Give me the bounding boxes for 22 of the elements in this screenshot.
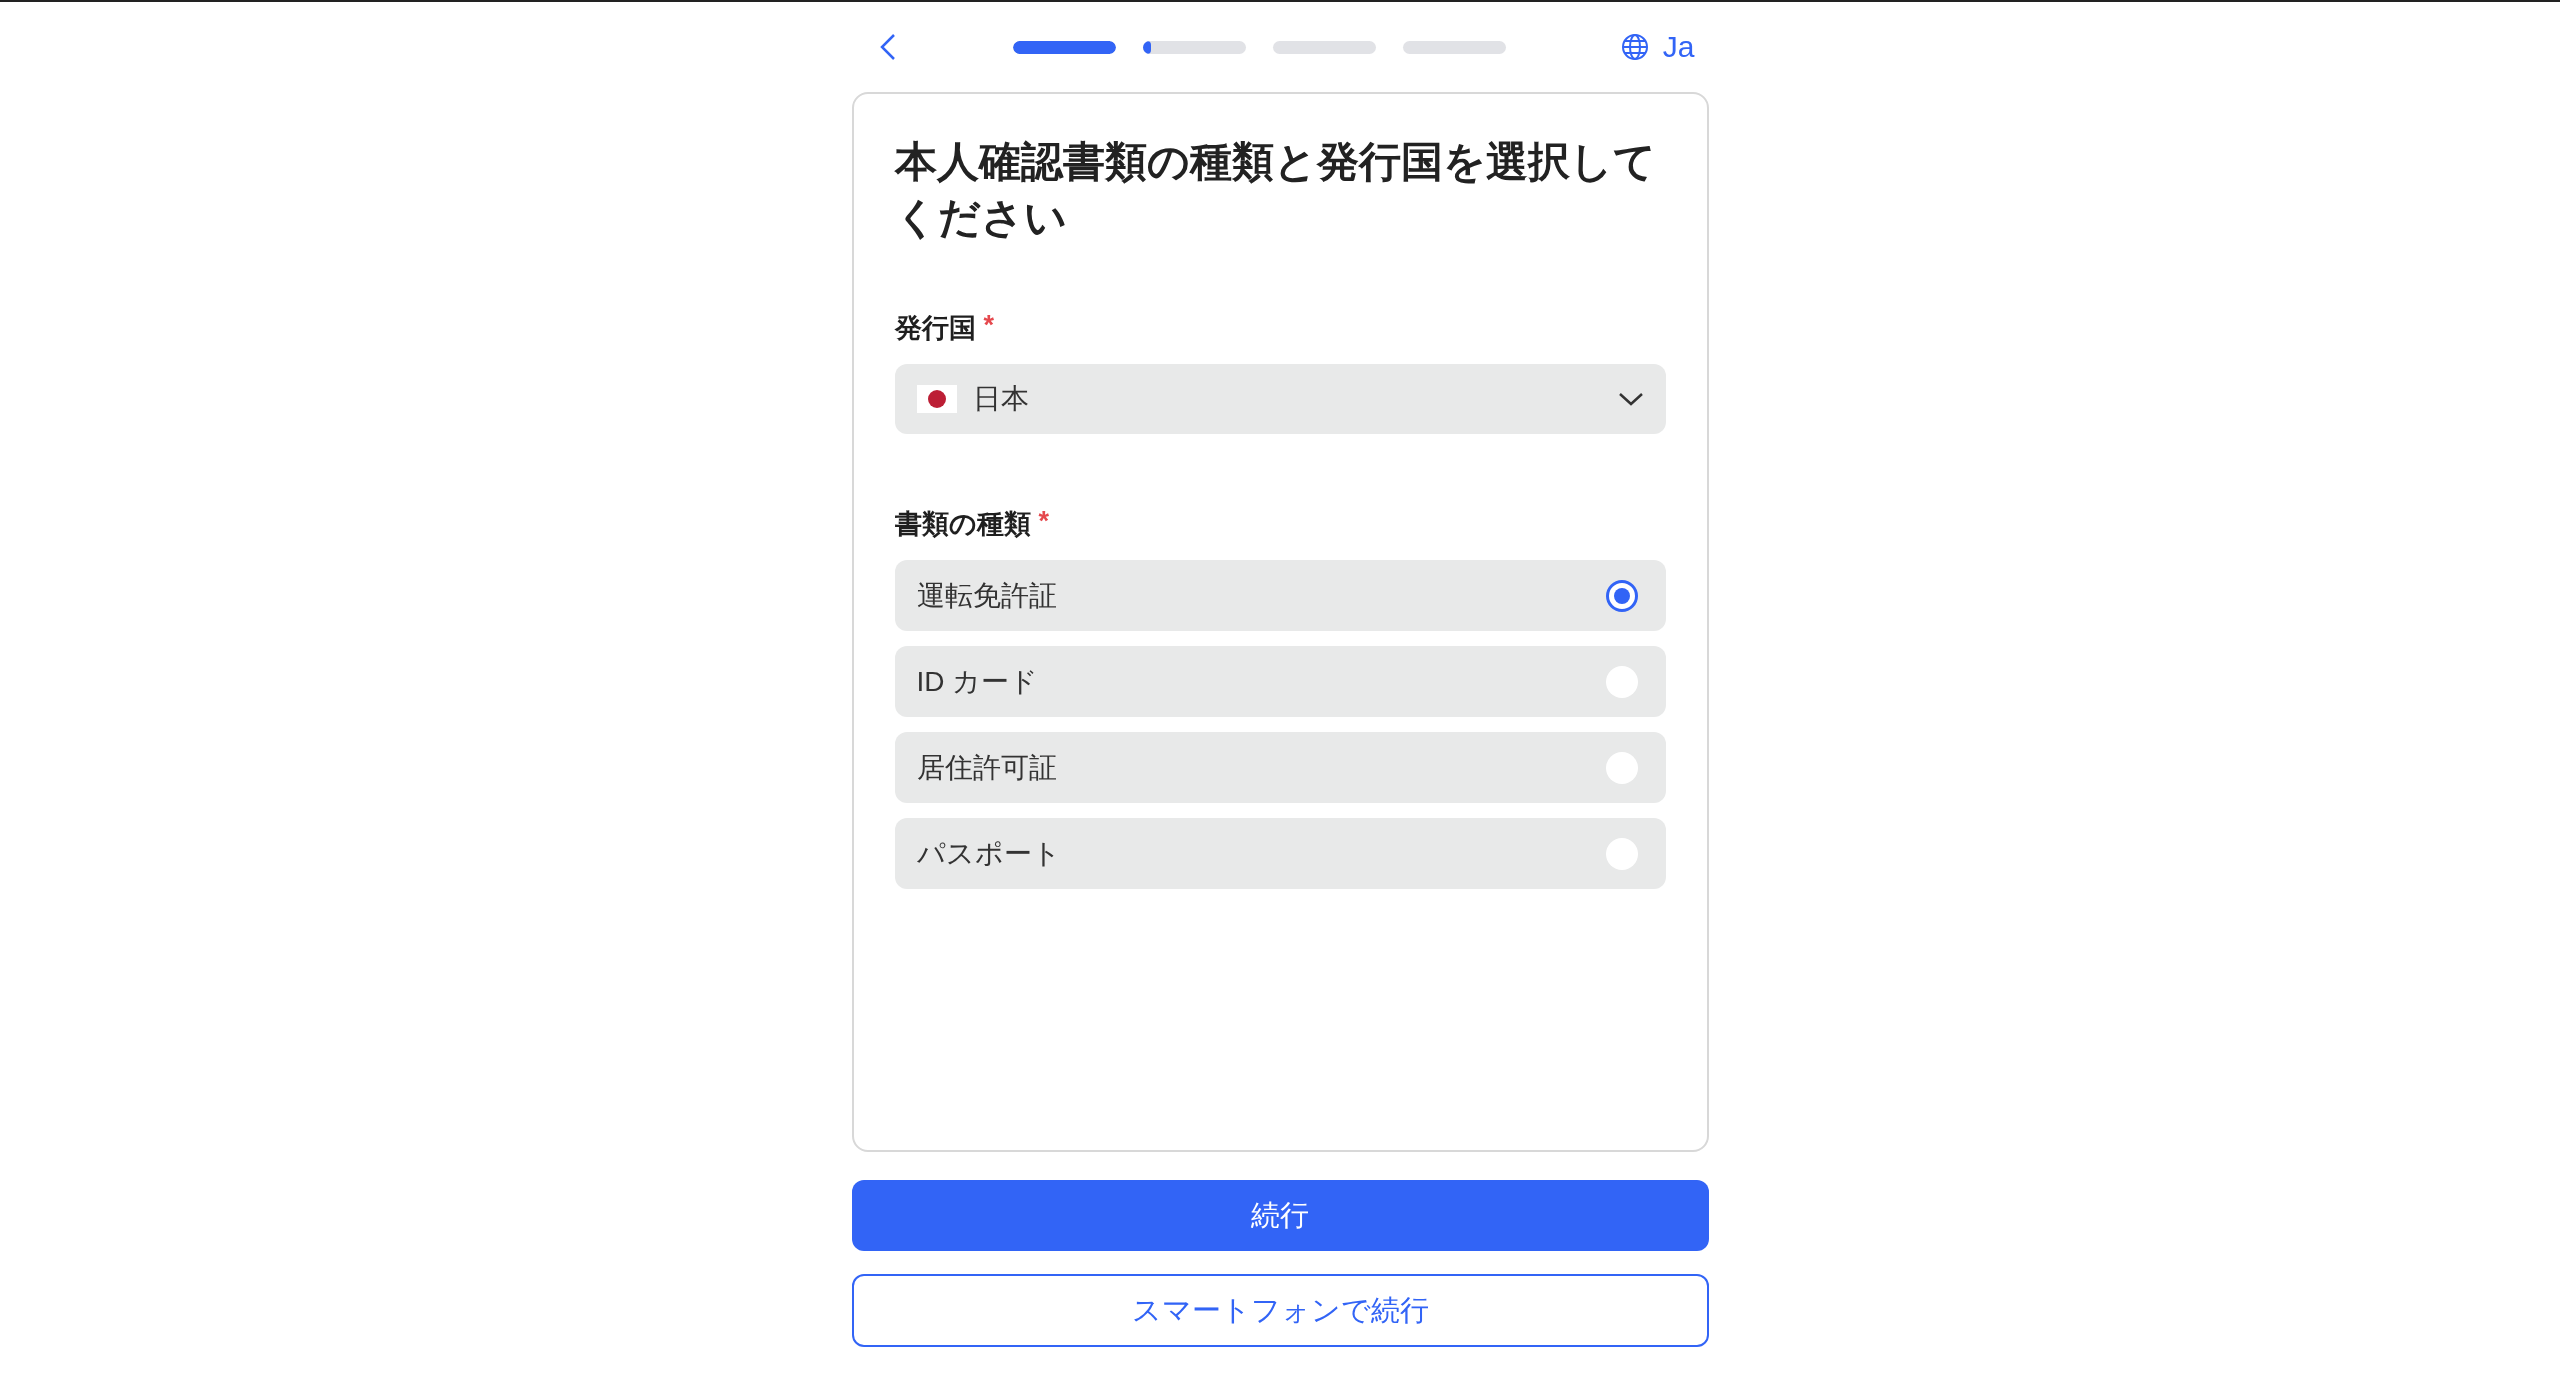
document-option[interactable]: 運転免許証 (894, 560, 1666, 631)
option-label: 居住許可証 (916, 750, 1058, 785)
radio-button[interactable] (1605, 579, 1638, 612)
chevron-down-icon (1617, 391, 1644, 407)
country-select[interactable]: 日本 (894, 364, 1666, 434)
option-label: ID カード (916, 664, 1040, 699)
field-label: 発行国 (894, 312, 976, 345)
language-label: Ja (1662, 30, 1695, 64)
option-label: パスポート (916, 836, 1062, 871)
continue-button[interactable]: 続行 (851, 1180, 1709, 1251)
document-option[interactable]: ID カード (894, 646, 1666, 717)
document-option[interactable]: 居住許可証 (894, 732, 1666, 803)
continue-on-smartphone-button[interactable]: スマートフォンで続行 (851, 1274, 1709, 1347)
option-label: 運転免許証 (916, 578, 1058, 613)
page-title: 本人確認書類の種類と発行国を選択してください (894, 137, 1657, 243)
required-mark: * (983, 310, 994, 342)
globe-icon (1620, 33, 1649, 61)
flag-icon (916, 385, 957, 413)
field-label: 書類の種類 (894, 508, 1031, 541)
language-button[interactable]: Ja (1620, 30, 1695, 64)
document-option[interactable]: パスポート (894, 818, 1666, 889)
required-mark: * (1038, 506, 1049, 538)
